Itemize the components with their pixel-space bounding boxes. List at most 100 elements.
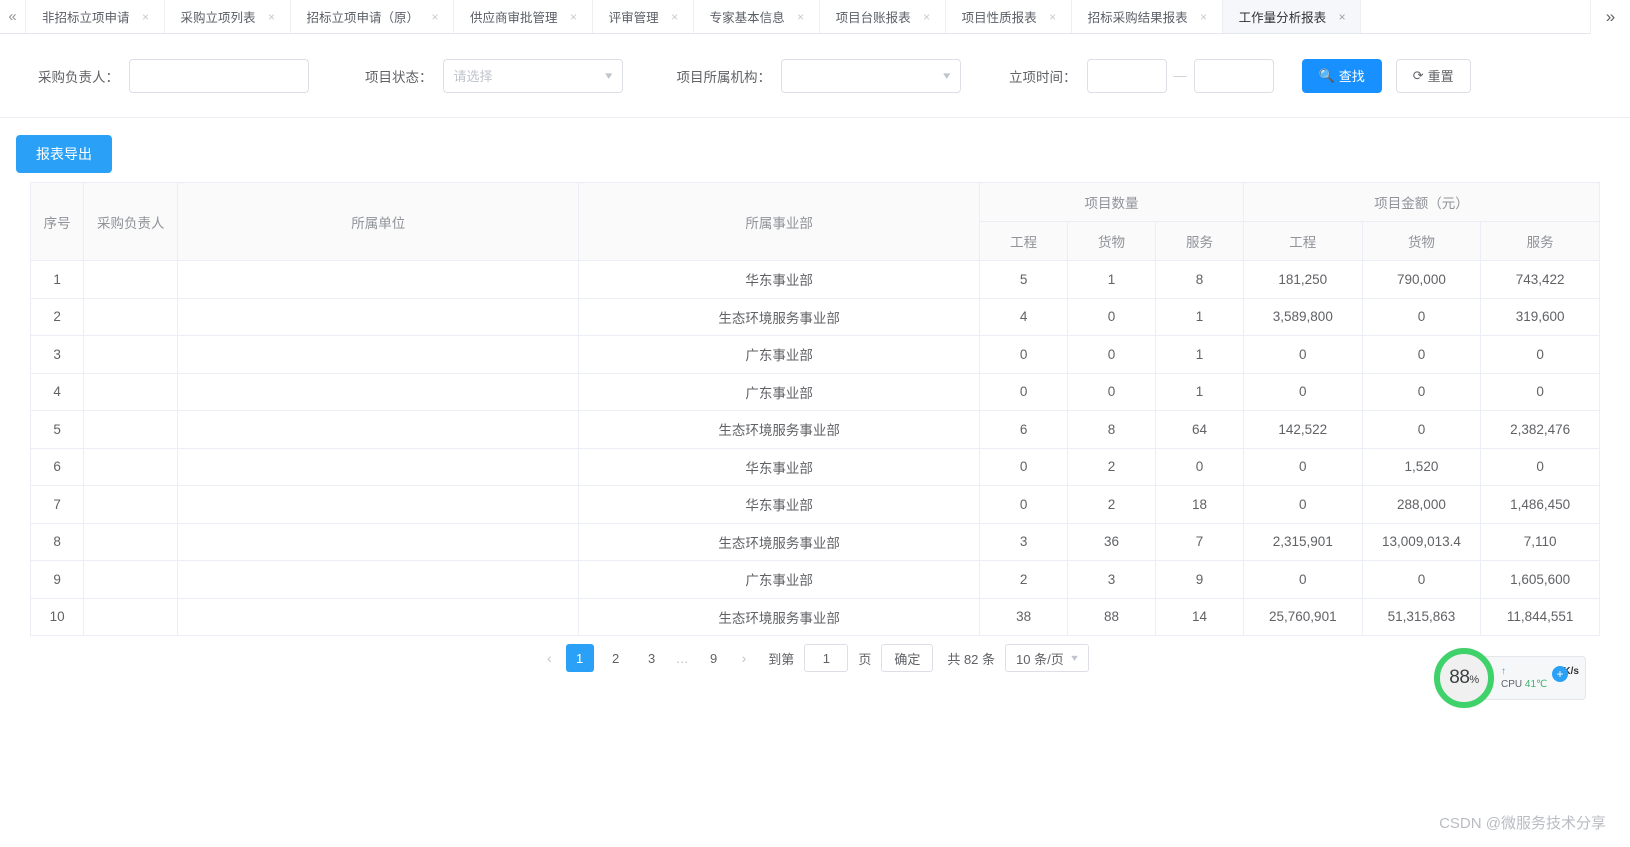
cell-amount-goods: 51,315,863 bbox=[1362, 598, 1481, 636]
cell-count-service: 1 bbox=[1156, 373, 1244, 411]
tabs-overflow-icon[interactable]: » bbox=[1590, 0, 1630, 34]
pagination-jump-suffix: 页 bbox=[858, 649, 871, 668]
tab-item[interactable]: 专家基本信息× bbox=[694, 0, 820, 33]
cell-owner bbox=[84, 598, 178, 636]
tab-item[interactable]: 招标立项申请（原）× bbox=[291, 0, 455, 33]
pagination-last-page[interactable]: 9 bbox=[700, 644, 728, 672]
filter-owner-label: 采购负责人： bbox=[38, 66, 119, 86]
pagination-ellipsis: … bbox=[674, 651, 692, 666]
status-select[interactable]: 请选择 ▾ bbox=[443, 59, 623, 93]
cell-division: 生态环境服务事业部 bbox=[579, 298, 980, 336]
tab-close-icon[interactable]: × bbox=[795, 11, 807, 23]
table-row: 5生态环境服务事业部6864142,52202,382,476 bbox=[31, 411, 1600, 449]
table-row: 10生态环境服务事业部38881425,760,90151,315,86311,… bbox=[31, 598, 1600, 636]
cpu-widget-expand-button[interactable]: + bbox=[1552, 666, 1568, 682]
cell-index: 7 bbox=[31, 486, 84, 524]
tab-item[interactable]: 评审管理× bbox=[593, 0, 694, 33]
cell-division: 广东事业部 bbox=[579, 373, 980, 411]
cell-index: 9 bbox=[31, 561, 84, 599]
cell-count-service: 0 bbox=[1156, 448, 1244, 486]
tab-item[interactable]: 供应商审批管理× bbox=[454, 0, 593, 33]
cell-amount-goods: 790,000 bbox=[1362, 261, 1481, 299]
search-icon: 🔍 bbox=[1319, 69, 1335, 82]
tab-item[interactable]: 招标采购结果报表 × bbox=[1072, 0, 1223, 33]
pagination-next-icon[interactable]: › bbox=[736, 650, 753, 666]
cell-unit bbox=[178, 336, 579, 374]
cell-index: 2 bbox=[31, 298, 84, 336]
pagination-confirm-button[interactable]: 确定 bbox=[881, 644, 933, 672]
cell-amount-engineering: 0 bbox=[1243, 448, 1362, 486]
pagination-page-3[interactable]: 3 bbox=[638, 644, 666, 672]
pagination: ‹ 1 2 3 … 9 › 到第 1 页 确定 共 82 条 10 条/页 ▾ bbox=[30, 636, 1600, 680]
tab-close-icon[interactable]: × bbox=[568, 11, 580, 23]
tab-close-icon[interactable]: × bbox=[266, 11, 278, 23]
filter-owner: 采购负责人： bbox=[38, 59, 309, 93]
pagination-prev-icon[interactable]: ‹ bbox=[541, 650, 558, 666]
pagination-page-1[interactable]: 1 bbox=[566, 644, 594, 672]
tab-item[interactable]: 工作量分析报表× bbox=[1223, 0, 1362, 33]
tab-label: 招标采购结果报表 bbox=[1088, 7, 1188, 26]
cell-amount-engineering: 181,250 bbox=[1243, 261, 1362, 299]
cell-count-engineering: 38 bbox=[980, 598, 1068, 636]
tab-close-icon[interactable]: × bbox=[921, 11, 933, 23]
cell-index: 4 bbox=[31, 373, 84, 411]
cell-amount-service: 7,110 bbox=[1481, 523, 1600, 561]
pagination-page-size-select[interactable]: 10 条/页 ▾ bbox=[1005, 644, 1089, 672]
tab-close-icon[interactable]: × bbox=[140, 11, 152, 23]
cell-amount-service: 0 bbox=[1481, 448, 1600, 486]
table-head: 序号 采购负责人 所属单位 所属事业部 项目数量 项目金额（元） 工程 货物 服… bbox=[31, 183, 1600, 261]
owner-input[interactable] bbox=[129, 59, 309, 93]
cell-division: 广东事业部 bbox=[579, 336, 980, 374]
tab-close-icon[interactable]: × bbox=[669, 11, 681, 23]
reset-button[interactable]: ⟳ 重置 bbox=[1396, 59, 1471, 93]
tab-close-icon[interactable]: × bbox=[1336, 11, 1348, 23]
toolbar: 报表导出 bbox=[0, 118, 1630, 182]
cell-index: 8 bbox=[31, 523, 84, 561]
pagination-total-label: 共 82 条 bbox=[947, 649, 995, 668]
col-index: 序号 bbox=[31, 183, 84, 261]
date-start-input[interactable] bbox=[1087, 59, 1167, 93]
table-row: 1华东事业部518181,250790,000743,422 bbox=[31, 261, 1600, 299]
tab-item[interactable]: 非招标立项申请× bbox=[26, 0, 165, 33]
cell-amount-goods: 13,009,013.4 bbox=[1362, 523, 1481, 561]
chevron-down-icon: ▾ bbox=[605, 69, 612, 82]
pagination-jump-prefix: 到第 bbox=[768, 649, 794, 668]
tab-item[interactable]: 采购立项列表× bbox=[165, 0, 291, 33]
col-unit: 所属单位 bbox=[178, 183, 579, 261]
date-end-input[interactable] bbox=[1194, 59, 1274, 93]
cell-unit bbox=[178, 598, 579, 636]
cell-division: 华东事业部 bbox=[579, 261, 980, 299]
cpu-monitor-widget[interactable]: 88% ↑ 0K/s CPU 41℃ + bbox=[1434, 648, 1586, 708]
cell-amount-goods: 0 bbox=[1362, 336, 1481, 374]
cell-amount-service: 0 bbox=[1481, 336, 1600, 374]
cpu-usage-unit: % bbox=[1469, 674, 1478, 686]
date-range-separator: — bbox=[1174, 68, 1187, 83]
tab-item[interactable]: 项目性质报表× bbox=[946, 0, 1072, 33]
tab-list: 非招标立项申请×采购立项列表×招标立项申请（原）×供应商审批管理×评审管理×专家… bbox=[26, 0, 1630, 33]
cell-amount-goods: 1,520 bbox=[1362, 448, 1481, 486]
upload-arrow-icon: ↑ bbox=[1501, 666, 1506, 677]
tab-close-icon[interactable]: × bbox=[1047, 11, 1059, 23]
col-amount-goods: 货物 bbox=[1362, 222, 1481, 261]
tab-close-icon[interactable]: × bbox=[1198, 11, 1210, 23]
tabs-collapse-icon[interactable]: « bbox=[0, 0, 26, 33]
cpu-usage-ring: 88% bbox=[1434, 648, 1494, 708]
table-row: 7华东事业部02180288,0001,486,450 bbox=[31, 486, 1600, 524]
export-report-button[interactable]: 报表导出 bbox=[16, 135, 112, 173]
cpu-monitor-panel: ↑ 0K/s CPU 41℃ bbox=[1482, 656, 1586, 700]
search-button[interactable]: 🔍 查找 bbox=[1302, 59, 1382, 93]
org-select[interactable]: ▾ bbox=[781, 59, 961, 93]
pagination-page-size-label: 10 条/页 bbox=[1016, 649, 1064, 668]
tab-item[interactable]: 项目台账报表× bbox=[820, 0, 946, 33]
cell-count-goods: 2 bbox=[1068, 486, 1156, 524]
cell-owner bbox=[84, 373, 178, 411]
pagination-page-2[interactable]: 2 bbox=[602, 644, 630, 672]
tab-close-icon[interactable]: × bbox=[429, 11, 441, 23]
cpu-label: CPU bbox=[1501, 679, 1522, 690]
cell-owner bbox=[84, 336, 178, 374]
cell-count-service: 7 bbox=[1156, 523, 1244, 561]
cell-amount-service: 319,600 bbox=[1481, 298, 1600, 336]
pagination-jump-input[interactable]: 1 bbox=[804, 644, 848, 672]
status-select-placeholder: 请选择 bbox=[454, 66, 493, 85]
cell-amount-service: 2,382,476 bbox=[1481, 411, 1600, 449]
